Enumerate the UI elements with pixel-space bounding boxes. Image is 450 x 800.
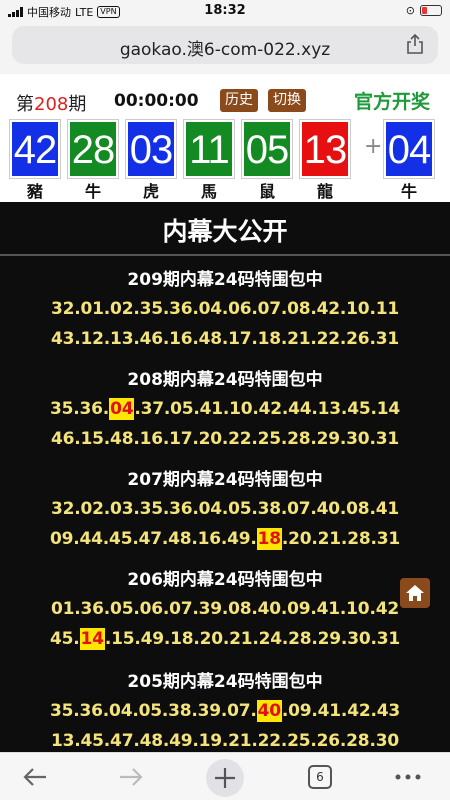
special-ball-zodiac: 牛 (400, 182, 417, 201)
share-icon[interactable] (406, 34, 424, 54)
block-title: 206期内幕24码特围包中 (127, 570, 323, 590)
status-bar: 中国移动 LTE VPN 18:32 ⊙ (0, 0, 450, 22)
tabs-button[interactable]: 6 (308, 765, 332, 789)
battery-icon (420, 5, 442, 16)
switch-button[interactable]: 切换 (268, 89, 306, 112)
url-field[interactable]: gaokao.澳6-com-022.xyz (12, 26, 438, 64)
home-icon[interactable] (400, 578, 430, 608)
ball-zodiac: 馬 (200, 182, 217, 201)
number-line: 09.44.45.47.48.16.49.18.20.21.28.31 (50, 528, 400, 550)
url-text: gaokao.澳6-com-022.xyz (119, 40, 331, 60)
prediction-block: 206期内幕24码特围包中 01.36.05.06.07.39.08.40.09… (0, 566, 450, 654)
block-title: 209期内幕24码特围包中 (127, 270, 323, 290)
insider-panel: 内幕大公开 209期内幕24码特围包中 32.01.02.35.36.04.06… (0, 202, 450, 752)
special-ball-number: 04 (383, 119, 435, 179)
number-line: 01.36.05.06.07.39.08.40.09.41.10.42 (51, 599, 399, 619)
hit-number: 14 (79, 628, 105, 650)
ball-zodiac: 牛 (84, 182, 101, 201)
number-line: 13.45.47.48.49.19.21.22.25.26.28.30 (51, 731, 399, 751)
draw-results: 42 豬 28 牛 03 虎 11 馬 05 鼠 13 龍 + 04 牛 (0, 118, 450, 202)
issue-label: 第208期 (16, 94, 87, 115)
ball-zodiac: 龍 (316, 182, 333, 201)
hit-number: 18 (256, 528, 282, 550)
number-line: 45.14.15.49.18.20.21.24.28.29.30.31 (50, 628, 400, 650)
ball-zodiac: 鼠 (258, 182, 275, 201)
countdown-timer: 00:00:00 (114, 91, 199, 111)
ball-zodiac: 豬 (26, 182, 43, 201)
ball-zodiac: 虎 (142, 182, 159, 201)
number-line: 43.12.13.46.16.48.17.18.21.22.26.31 (51, 329, 399, 349)
number-line: 32.02.03.35.36.04.05.38.07.40.08.41 (51, 499, 399, 519)
official-draw-link[interactable]: 官方开奖 (354, 87, 430, 114)
plus-icon (215, 768, 235, 788)
browser-toolbar: 6 (0, 752, 450, 800)
number-line: 46.15.48.16.17.20.22.25.28.29.30.31 (51, 429, 399, 449)
panel-title: 内幕大公开 (162, 217, 288, 246)
prediction-block: 208期内幕24码特围包中 35.36.04.37.05.41.10.42.44… (0, 366, 450, 454)
new-tab-button[interactable] (206, 759, 244, 797)
plus-sign: + (364, 134, 383, 159)
divider (0, 254, 450, 256)
browser-address-bar: gaokao.澳6-com-022.xyz (0, 22, 450, 74)
clock: 18:32 (204, 3, 246, 18)
prediction-block: 207期内幕24码特围包中 32.02.03.35.36.04.05.38.07… (0, 466, 450, 554)
history-button[interactable]: 历史 (220, 89, 258, 112)
hit-number: 04 (109, 398, 135, 420)
hit-number: 40 (256, 700, 282, 722)
draw-header: 第208期 00:00:00 历史 切换 官方开奖 (0, 82, 450, 118)
orientation-lock-icon: ⊙ (405, 4, 415, 17)
prediction-block: 209期内幕24码特围包中 32.01.02.35.36.04.06.07.08… (0, 266, 450, 354)
forward-icon[interactable] (116, 761, 146, 793)
ball-number: 11 (183, 119, 235, 179)
number-line: 35.36.04.37.05.41.10.42.44.13.45.14 (50, 398, 400, 420)
more-icon[interactable] (392, 761, 424, 793)
ball-number: 13 (299, 119, 351, 179)
ball-number: 28 (67, 119, 119, 179)
block-title: 208期内幕24码特围包中 (127, 370, 323, 390)
ball-number: 05 (241, 119, 293, 179)
ball-number: 42 (9, 119, 61, 179)
number-line: 32.01.02.35.36.04.06.07.08.42.10.11 (51, 299, 399, 319)
block-title: 205期内幕24码特围包中 (127, 672, 323, 692)
ball-number: 03 (125, 119, 177, 179)
issue-number: 208 (34, 94, 69, 115)
prediction-block: 205期内幕24码特围包中 35.36.04.05.38.39.07.40.09… (0, 668, 450, 752)
number-line: 35.36.04.05.38.39.07.40.09.41.42.43 (50, 700, 400, 722)
block-title: 207期内幕24码特围包中 (127, 470, 323, 490)
back-icon[interactable] (20, 761, 50, 793)
